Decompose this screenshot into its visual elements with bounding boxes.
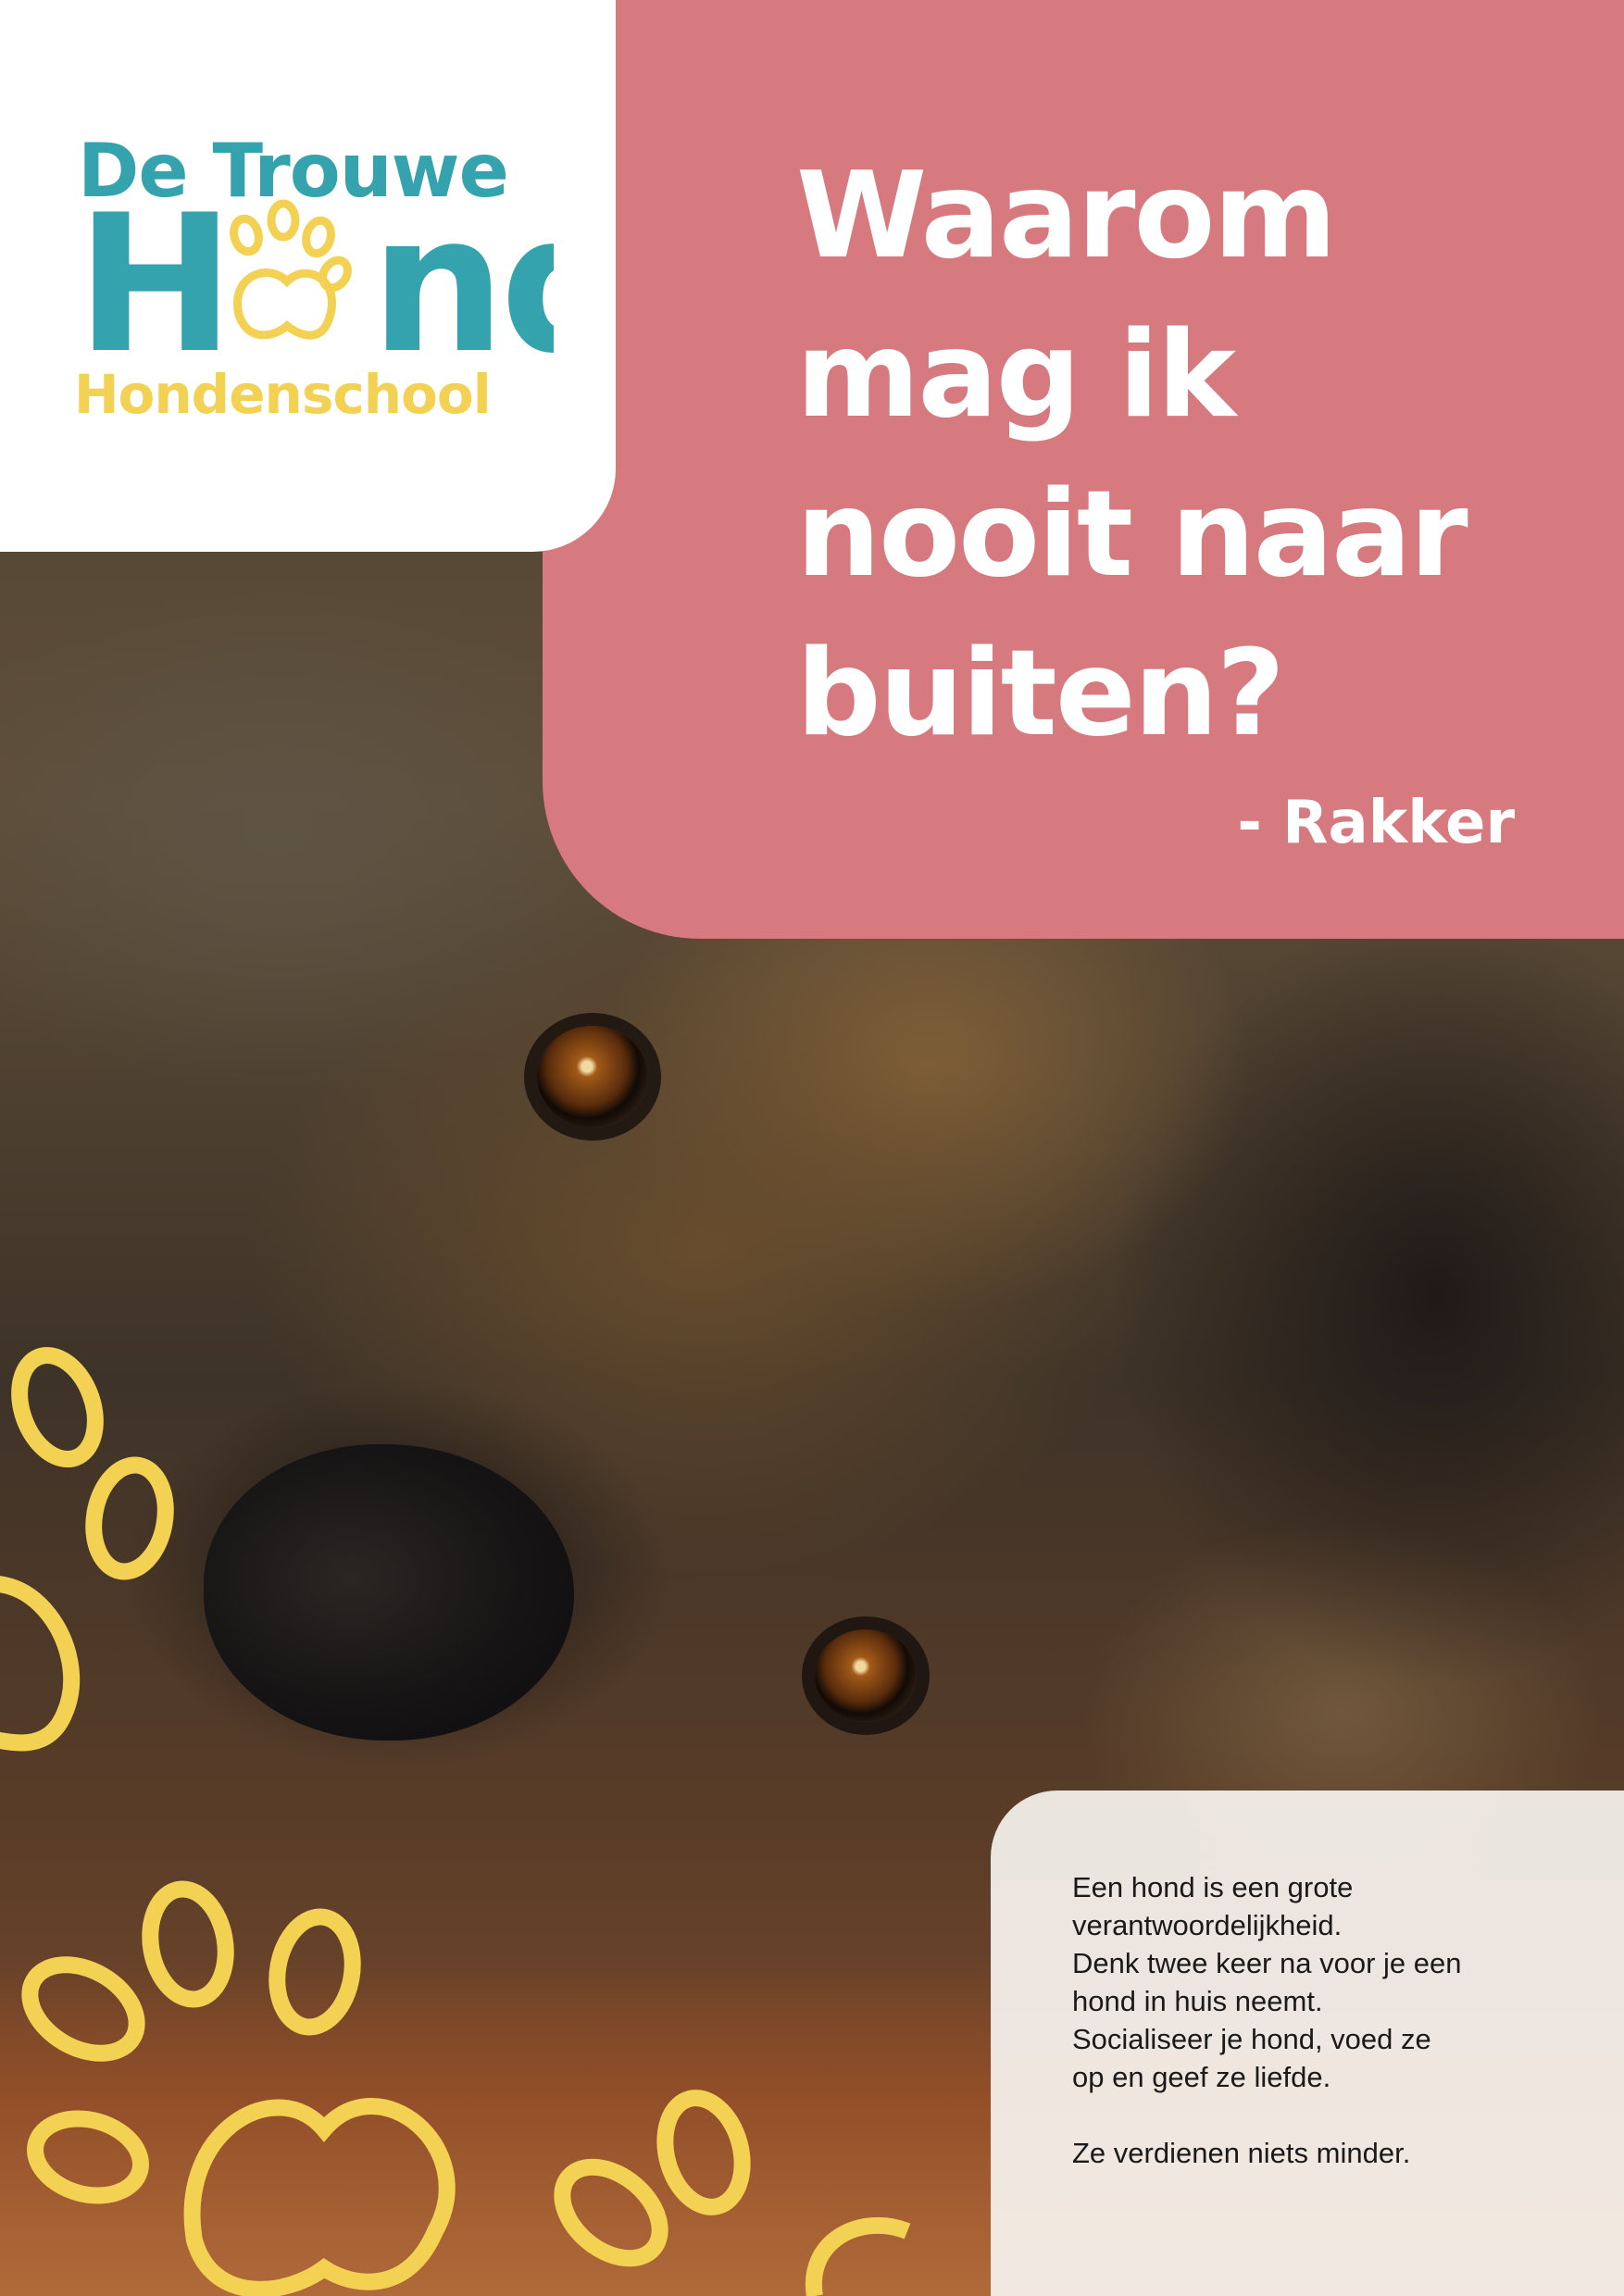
info-box: Een hond is een grote verantwoordelijkhe… xyxy=(991,1791,1624,2296)
dog-nose xyxy=(204,1444,574,1741)
dog-eye-upper xyxy=(537,1026,648,1128)
logo-hond-wordmark: H nd xyxy=(76,194,554,361)
logo-panel: De Trouwe H nd Hondenschool xyxy=(0,0,616,552)
info-line: Een hond is een grote xyxy=(1072,1871,1354,1903)
headline-line: buiten? xyxy=(796,625,1285,763)
info-line: hond in huis neemt. xyxy=(1072,1985,1323,2017)
headline-line: mag ik xyxy=(796,306,1236,444)
headline-line: Waarom xyxy=(796,147,1337,285)
logo-letter-h: H xyxy=(76,194,230,361)
attribution: - Rakker xyxy=(1237,789,1515,857)
info-line: Denk twee keer na voor je een xyxy=(1072,1947,1462,1979)
info-closing: Ze verdienen niets minder. xyxy=(1072,2137,1411,2169)
paw-print-icon xyxy=(230,199,352,340)
headline: Waarom mag ik nooit naar buiten? xyxy=(796,137,1593,774)
headline-line: nooit naar xyxy=(796,466,1468,604)
info-line: Socialiseer je hond, voed ze xyxy=(1072,2023,1431,2055)
logo-letters-nd: nd xyxy=(370,194,554,361)
headline-panel: Waarom mag ik nooit naar buiten? - Rakke… xyxy=(543,0,1624,939)
info-line: op en geef ze liefde. xyxy=(1072,2061,1331,2093)
info-text: Een hond is een grote verantwoordelijkhe… xyxy=(1072,1868,1591,2172)
logo-subtitle: Hondenschool xyxy=(74,363,492,426)
info-line: verantwoordelijkheid. xyxy=(1072,1909,1343,1941)
dog-eye-lower xyxy=(815,1629,917,1722)
